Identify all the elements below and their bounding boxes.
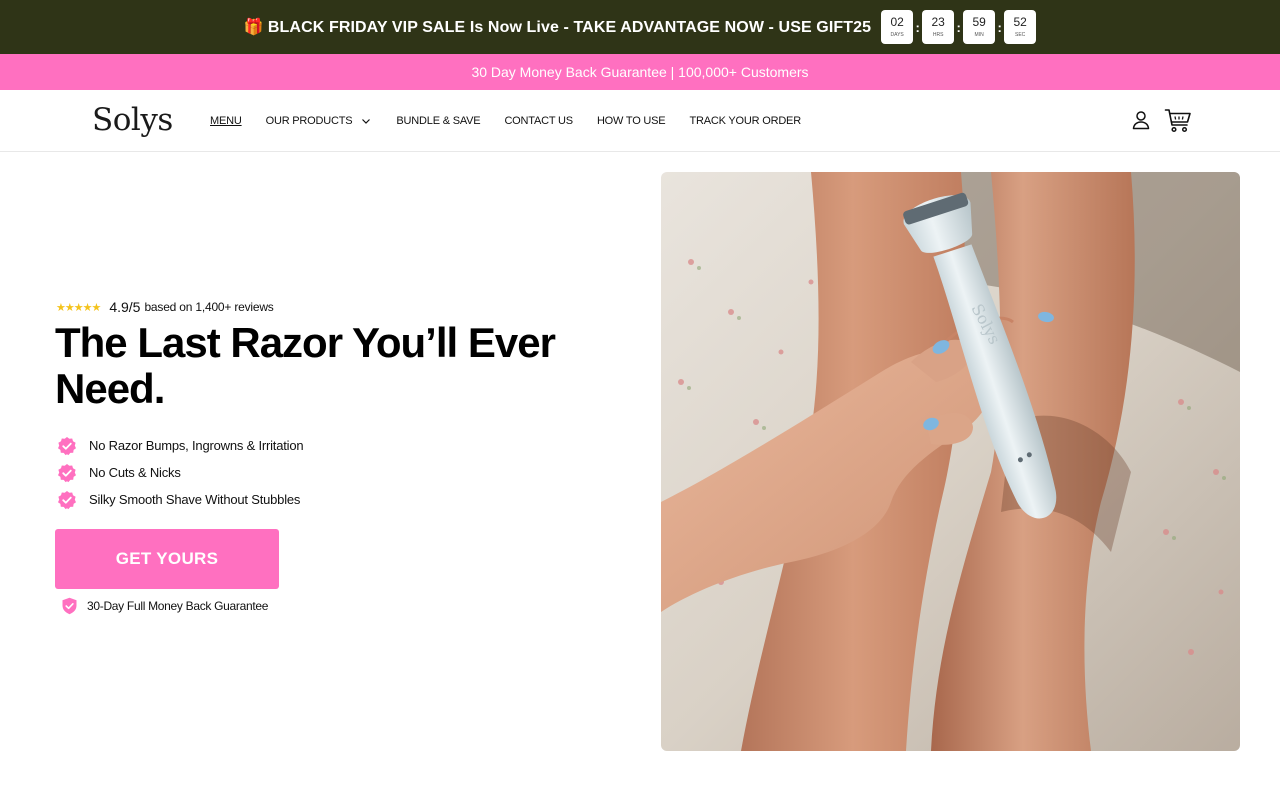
money-back-guarantee: 30-Day Full Money Back Guarantee bbox=[61, 597, 268, 615]
hero-title: The Last Razor You’ll Ever Need. bbox=[55, 319, 556, 412]
announcement-message: BLACK FRIDAY VIP SALE Is Now Live - TAKE… bbox=[267, 19, 872, 36]
countdown-seconds-value: 52 bbox=[1013, 14, 1027, 29]
nav-item-bundle-save[interactable]: BUNDLE & SAVE bbox=[396, 115, 480, 127]
countdown-seconds: 52 SEC bbox=[1004, 10, 1037, 44]
user-icon[interactable] bbox=[1130, 109, 1152, 131]
nav-item-how-to-use[interactable]: HOW TO USE bbox=[597, 115, 666, 127]
guarantee-bar-text: 30 Day Money Back Guarantee | 100,000+ C… bbox=[471, 64, 809, 80]
get-yours-button[interactable]: GET YOURS bbox=[55, 529, 279, 589]
countdown-hours: 23 HRS bbox=[922, 10, 955, 44]
countdown-days: 02 DAYS bbox=[881, 10, 914, 44]
countdown-separator: : bbox=[915, 19, 920, 35]
rating-review-count: based on 1,400+ reviews bbox=[144, 300, 274, 314]
announcement-bar: 🎁 BLACK FRIDAY VIP SALE Is Now Live - TAK… bbox=[0, 0, 1280, 54]
countdown-minutes-value: 59 bbox=[972, 14, 986, 29]
shield-check-icon bbox=[62, 597, 77, 615]
check-badge-icon bbox=[58, 436, 76, 455]
countdown-minutes-unit: MIN bbox=[974, 31, 984, 38]
rating-summary: ★★★★★ 4.9/5 based on 1,400+ reviews bbox=[56, 299, 274, 315]
countdown-separator: : bbox=[997, 19, 1002, 35]
nav-item-menu[interactable]: MENU bbox=[210, 115, 242, 127]
product-photo: Solys bbox=[661, 172, 1240, 751]
countdown-separator: : bbox=[956, 19, 961, 35]
list-item: No Cuts & Nicks bbox=[57, 459, 303, 486]
logo[interactable]: Solys bbox=[92, 102, 173, 138]
rating-score: 4.9/5 bbox=[109, 299, 141, 315]
countdown-timer: 02 DAYS : 23 HRS : 59 MIN : 52 SEC bbox=[881, 10, 1037, 44]
countdown-days-unit: DAYS bbox=[890, 31, 904, 38]
main-nav: MENU OUR PRODUCTS BUNDLE & SAVE CONTACT … bbox=[210, 90, 825, 152]
list-item: Silky Smooth Shave Without Stubbles bbox=[57, 486, 303, 513]
benefit-list: No Razor Bumps, Ingrowns & Irritation No… bbox=[57, 432, 304, 513]
chevron-down-icon bbox=[362, 119, 371, 124]
countdown-hours-unit: HRS bbox=[932, 31, 944, 38]
check-badge-icon bbox=[58, 463, 76, 482]
countdown-hours-value: 23 bbox=[931, 14, 945, 29]
site-header: Solys MENU OUR PRODUCTS BUNDLE & SAVE CO… bbox=[0, 90, 1280, 152]
benefit-text: No Cuts & Nicks bbox=[89, 465, 181, 480]
countdown-minutes: 59 MIN bbox=[963, 10, 996, 44]
check-badge-icon bbox=[58, 490, 76, 509]
star-rating-icon: ★★★★★ bbox=[56, 301, 101, 314]
list-item: No Razor Bumps, Ingrowns & Irritation bbox=[57, 432, 304, 459]
countdown-days-value: 02 bbox=[890, 14, 904, 29]
countdown-seconds-unit: SEC bbox=[1014, 31, 1026, 38]
nav-item-track-order[interactable]: TRACK YOUR ORDER bbox=[689, 115, 801, 127]
nav-item-contact-us[interactable]: CONTACT US bbox=[504, 115, 573, 127]
header-actions bbox=[1130, 106, 1192, 134]
nav-item-our-products[interactable]: OUR PRODUCTS bbox=[266, 115, 373, 127]
benefit-text: No Razor Bumps, Ingrowns & Irritation bbox=[89, 438, 304, 453]
hero-product-image: Solys bbox=[661, 172, 1240, 751]
announcement-text: 🎁 BLACK FRIDAY VIP SALE Is Now Live - TAK… bbox=[244, 17, 871, 37]
cart-icon[interactable] bbox=[1164, 106, 1192, 134]
guarantee-text: 30-Day Full Money Back Guarantee bbox=[87, 599, 269, 613]
guarantee-bar: 30 Day Money Back Guarantee | 100,000+ C… bbox=[0, 54, 1280, 90]
gift-icon: 🎁 bbox=[243, 19, 264, 36]
benefit-text: Silky Smooth Shave Without Stubbles bbox=[89, 492, 301, 507]
nav-item-label: OUR PRODUCTS bbox=[265, 115, 353, 127]
